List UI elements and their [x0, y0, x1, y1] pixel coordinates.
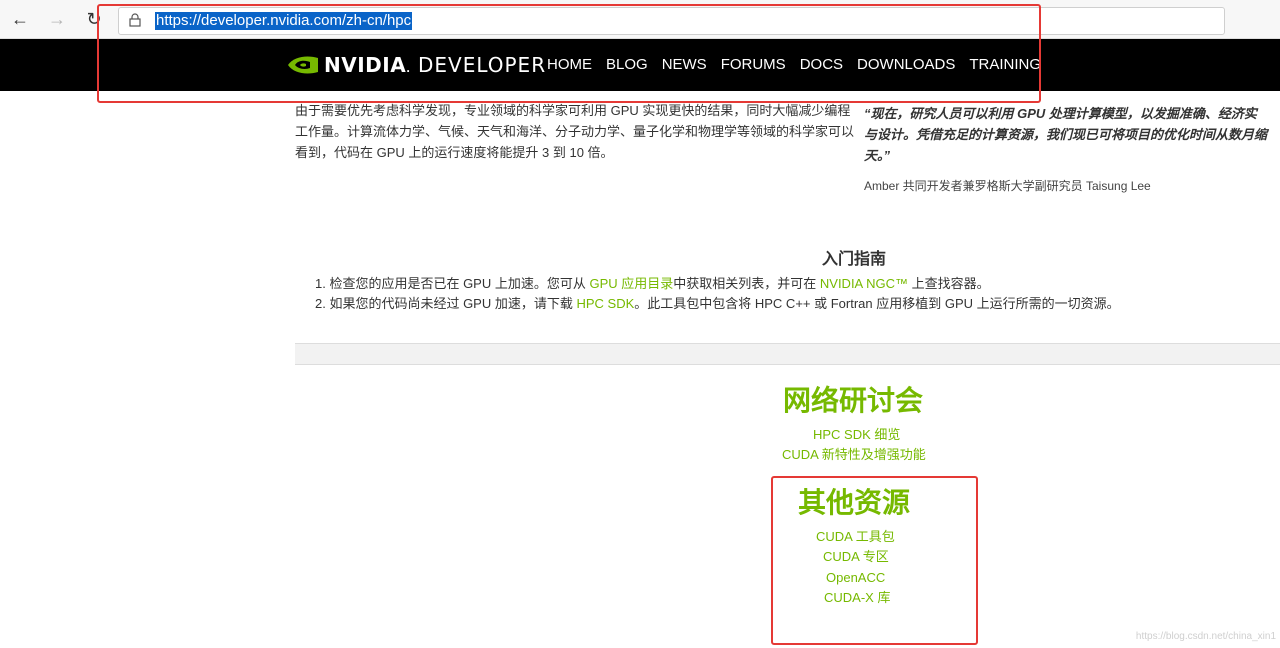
step-2: 2. 如果您的代码尚未经过 GPU 加速，请下载 HPC SDK。此工具包中包含…: [315, 296, 1120, 311]
watermark: https://blog.csdn.net/china_xin1: [1135, 631, 1276, 642]
getting-started-steps: 1. 检查您的应用是否已在 GPU 上加速。您可从 GPU 应用目录中获取相关列…: [315, 274, 1120, 314]
nvidia-ngc-link[interactable]: NVIDIA NGC™: [820, 276, 908, 291]
gpu-app-catalog-link[interactable]: GPU 应用目录: [589, 276, 673, 291]
getting-started-title: 入门指南: [822, 251, 887, 268]
webinars-title: 网络研讨会: [783, 385, 924, 416]
hpc-sdk-link[interactable]: HPC SDK: [576, 296, 634, 311]
step-1: 1. 检查您的应用是否已在 GPU 上加速。您可从 GPU 应用目录中获取相关列…: [315, 276, 990, 291]
webinar-link-cuda-features[interactable]: CUDA 新特性及增强功能: [782, 446, 926, 464]
quote-attribution: Amber 共同开发者兼罗格斯大学副研究员 Taisung Lee: [864, 179, 1151, 193]
section-divider: [295, 343, 1280, 365]
arrow-left-icon[interactable]: ←: [9, 8, 31, 30]
testimonial-quote: “现在，研究人员可以利用 GPU 处理计算模型，以发掘准确、经济实 与设计。凭借…: [864, 106, 1268, 163]
highlight-box-header: [97, 4, 1041, 103]
arrow-right-icon[interactable]: →: [46, 8, 68, 30]
intro-paragraph: 由于需要优先考虑科学发现，专业领域的科学家可利用 GPU 实现更快的结果，同时大…: [295, 103, 855, 160]
webinar-link-hpc-sdk[interactable]: HPC SDK 细览: [813, 426, 900, 444]
highlight-box-resources: [771, 476, 978, 645]
